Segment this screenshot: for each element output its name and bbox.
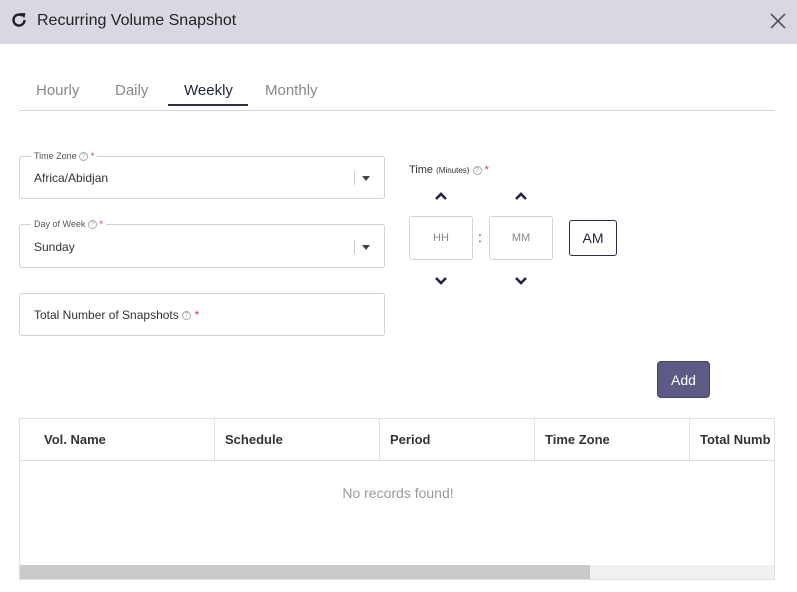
time-zone-select[interactable]: Time Zone ? * Africa/Abidjan — [19, 151, 385, 199]
time-label-text: Time — [409, 164, 434, 176]
minute-increment-chevron-up-icon[interactable] — [514, 191, 528, 201]
active-tab-indicator — [168, 104, 248, 106]
meridiem-toggle-button[interactable]: AM — [569, 220, 617, 256]
chevron-down-icon[interactable] — [362, 245, 370, 250]
tab-daily[interactable]: Daily — [115, 82, 148, 99]
recurring-snapshot-dialog: Recurring Volume Snapshot Hourly Daily W… — [0, 0, 797, 592]
add-button[interactable]: Add — [657, 361, 710, 398]
required-marker: * — [99, 219, 103, 229]
column-header-period[interactable]: Period — [380, 419, 535, 460]
total-snapshots-label-text: Total Number of Snapshots — [34, 308, 179, 322]
minutes-input[interactable]: MM — [489, 216, 553, 260]
required-marker: * — [194, 308, 200, 322]
empty-table-message: No records found! — [342, 485, 454, 501]
table-header: Vol. Name Schedule Period Time Zone Tota… — [20, 419, 774, 461]
select-separator — [354, 171, 355, 185]
time-zone-label: Time Zone ? * — [31, 151, 98, 162]
day-of-week-value: Sunday — [34, 240, 75, 254]
day-of-week-select[interactable]: Day of Week ? * Sunday — [19, 219, 385, 268]
horizontal-scrollbar[interactable] — [20, 565, 774, 579]
time-separator: : — [478, 229, 482, 245]
hour-increment-chevron-up-icon[interactable] — [434, 191, 448, 201]
hour-decrement-chevron-down-icon[interactable] — [434, 276, 448, 286]
column-header-schedule[interactable]: Schedule — [215, 419, 380, 460]
time-label: Time (Minutes) ? * — [409, 164, 489, 176]
chevron-down-icon[interactable] — [362, 176, 370, 181]
minute-decrement-chevron-down-icon[interactable] — [514, 276, 528, 286]
required-marker: * — [484, 164, 489, 176]
hours-input[interactable]: HH — [409, 216, 473, 260]
schedule-tabs: Hourly Daily Weekly Monthly — [19, 74, 775, 111]
help-icon[interactable]: ? — [87, 220, 97, 230]
refresh-icon[interactable] — [10, 11, 28, 29]
day-of-week-label-text: Day of Week — [34, 219, 86, 229]
select-separator — [354, 240, 355, 254]
help-icon[interactable]: ? — [79, 152, 89, 162]
dialog-titlebar: Recurring Volume Snapshot — [0, 0, 797, 44]
help-icon[interactable]: ? — [182, 311, 192, 321]
time-zone-label-text: Time Zone — [34, 151, 77, 161]
time-zone-value: Africa/Abidjan — [34, 171, 109, 185]
column-header-time-zone[interactable]: Time Zone — [535, 419, 690, 460]
close-icon[interactable] — [768, 11, 788, 31]
day-of-week-label: Day of Week ? * — [31, 219, 106, 230]
time-label-suffix: (Minutes) — [436, 166, 470, 175]
tab-monthly[interactable]: Monthly — [265, 82, 318, 99]
tab-weekly[interactable]: Weekly — [184, 82, 233, 99]
dialog-title: Recurring Volume Snapshot — [37, 12, 237, 29]
total-snapshots-input[interactable]: Total Number of Snapshots ? * — [19, 293, 385, 336]
total-snapshots-placeholder: Total Number of Snapshots ? * — [34, 308, 199, 322]
column-header-vol-name[interactable]: Vol. Name — [20, 419, 215, 460]
column-header-total-number[interactable]: Total Numb — [690, 419, 774, 460]
tab-hourly[interactable]: Hourly — [36, 82, 79, 99]
snapshot-schedule-table: Vol. Name Schedule Period Time Zone Tota… — [19, 418, 775, 580]
required-marker: * — [90, 151, 95, 161]
scrollbar-thumb[interactable] — [20, 565, 590, 579]
help-icon[interactable]: ? — [472, 165, 482, 175]
